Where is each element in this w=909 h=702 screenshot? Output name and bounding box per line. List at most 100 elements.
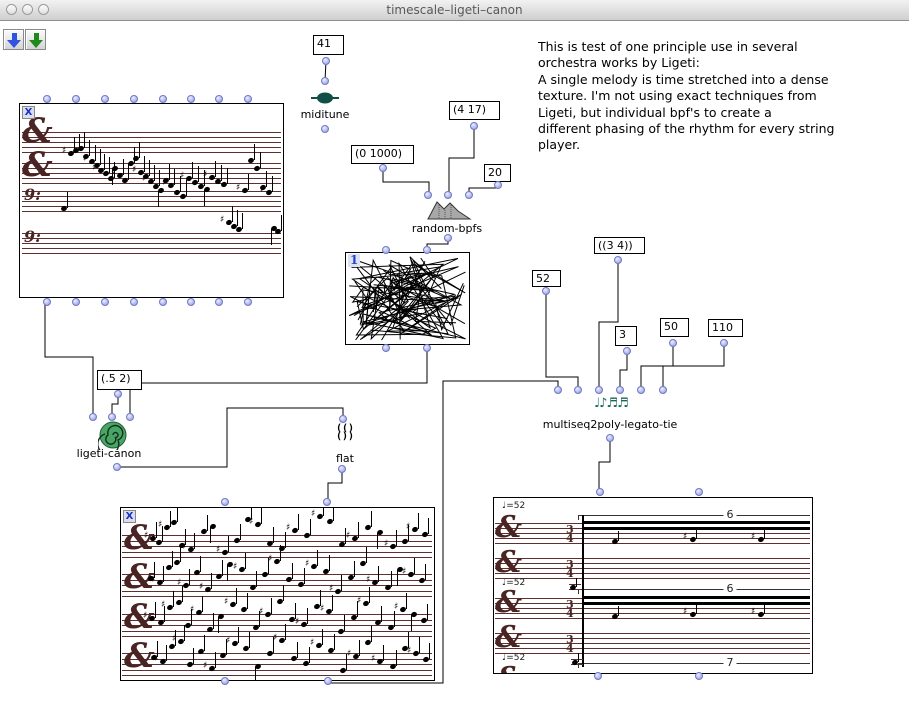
port[interactable] <box>108 413 116 421</box>
value-box-52[interactable]: 52 <box>532 270 561 287</box>
port[interactable] <box>324 677 332 685</box>
tempo-marking: ♩=52 <box>502 578 525 588</box>
port[interactable] <box>339 415 347 423</box>
value-box-110[interactable]: 110 <box>708 319 743 337</box>
value-box-417[interactable]: (4 17) <box>449 101 500 120</box>
port[interactable] <box>695 672 703 680</box>
value-box-3[interactable]: 3 <box>615 326 637 346</box>
port[interactable] <box>554 386 562 394</box>
note-stem <box>576 578 577 587</box>
port[interactable] <box>596 488 604 496</box>
port[interactable] <box>187 298 195 306</box>
port[interactable] <box>113 463 121 471</box>
patch-cable[interactable] <box>620 351 627 390</box>
port[interactable] <box>382 344 390 352</box>
port[interactable] <box>637 386 645 394</box>
port[interactable] <box>72 95 80 103</box>
run-green-button[interactable] <box>25 29 46 50</box>
port[interactable] <box>159 298 167 306</box>
flat-icon-bottom: ()) <box>332 433 358 441</box>
port[interactable] <box>322 57 330 65</box>
note-stem <box>123 159 124 175</box>
miditune-icon[interactable] <box>311 92 339 104</box>
port[interactable] <box>130 95 138 103</box>
patch-cable[interactable] <box>599 438 610 492</box>
port[interactable] <box>89 413 97 421</box>
patch-cable[interactable] <box>599 260 618 390</box>
port[interactable] <box>616 386 624 394</box>
port[interactable] <box>470 122 478 130</box>
port[interactable] <box>321 77 329 85</box>
value-box-50[interactable]: 50 <box>660 318 689 337</box>
port[interactable] <box>130 298 138 306</box>
port[interactable] <box>542 287 550 295</box>
value-box-20[interactable]: 20 <box>484 164 511 182</box>
port[interactable] <box>669 339 677 347</box>
port[interactable] <box>215 298 223 306</box>
port[interactable] <box>623 347 631 355</box>
close-icon[interactable]: X <box>22 106 35 119</box>
score-box-0[interactable]: X&&9:9:♯♯♯♯♯♯♯♯♯♯♯♯ <box>19 103 284 298</box>
port[interactable] <box>323 498 331 506</box>
port[interactable] <box>215 95 223 103</box>
port[interactable] <box>244 298 252 306</box>
port[interactable] <box>659 386 667 394</box>
port[interactable] <box>101 298 109 306</box>
port[interactable] <box>594 672 602 680</box>
bpf-editor-box[interactable]: 1 <box>345 252 470 345</box>
port[interactable] <box>114 390 122 398</box>
port[interactable] <box>43 298 51 306</box>
score-box-1[interactable]: X&&&&♯♯♯♯♯♯♯♯♯♯♯♯♯♯♯♯♯♯♯♯♯♯♯♯♯♯♯♯♯♯♯♯♯♯♯… <box>120 507 435 681</box>
port[interactable] <box>423 344 431 352</box>
port[interactable] <box>101 95 109 103</box>
port[interactable] <box>187 95 195 103</box>
port[interactable] <box>606 434 614 442</box>
flat-icon[interactable]: (() ()) <box>332 425 358 441</box>
close-icon[interactable]: X <box>123 510 136 523</box>
port[interactable] <box>423 246 431 254</box>
patch-cable[interactable] <box>663 343 724 390</box>
port[interactable] <box>221 498 229 506</box>
port[interactable] <box>43 95 51 103</box>
ligeti-canon-icon[interactable] <box>98 420 128 450</box>
port[interactable] <box>424 191 432 199</box>
port[interactable] <box>379 164 387 172</box>
port[interactable] <box>444 234 452 242</box>
port[interactable] <box>695 488 703 496</box>
patch-cable[interactable] <box>383 168 429 195</box>
patch-cable[interactable] <box>328 469 342 502</box>
value-box-01000[interactable]: (0 1000) <box>351 145 414 164</box>
sharp-sign: ♯ <box>143 612 147 621</box>
port[interactable] <box>126 413 134 421</box>
note-stem <box>285 532 286 548</box>
port[interactable] <box>72 298 80 306</box>
port[interactable] <box>465 191 473 199</box>
patch-cable[interactable] <box>130 348 427 417</box>
port[interactable] <box>338 465 346 473</box>
patch-cable[interactable] <box>117 408 343 467</box>
score-box-2[interactable]: &34&34&34&34&♩=52♩=52♩=52667♯♯♯♯ <box>493 497 813 674</box>
port[interactable] <box>159 95 167 103</box>
port[interactable] <box>494 181 502 189</box>
note-stem <box>261 508 262 524</box>
port[interactable] <box>614 256 622 264</box>
port[interactable] <box>574 386 582 394</box>
value-box-52[interactable]: (.5 2) <box>97 370 142 390</box>
port[interactable] <box>244 95 252 103</box>
port[interactable] <box>321 125 329 133</box>
patch-cable[interactable] <box>45 302 93 417</box>
value-box-41[interactable]: 41 <box>313 35 344 55</box>
note-stem <box>391 571 392 587</box>
patch-cable[interactable] <box>449 126 474 195</box>
run-blue-button[interactable] <box>3 29 24 50</box>
multiseq-icon[interactable]: ♩♪♬♬ <box>594 396 628 411</box>
value-box-34[interactable]: ((3 4)) <box>594 237 645 254</box>
patch-cable[interactable] <box>546 291 578 390</box>
port[interactable] <box>720 339 728 347</box>
sharp-sign: ♯ <box>172 635 176 644</box>
port[interactable] <box>444 191 452 199</box>
port[interactable] <box>382 246 390 254</box>
port[interactable] <box>221 677 229 685</box>
port[interactable] <box>595 386 603 394</box>
random-bpfs-icon[interactable] <box>426 199 472 221</box>
